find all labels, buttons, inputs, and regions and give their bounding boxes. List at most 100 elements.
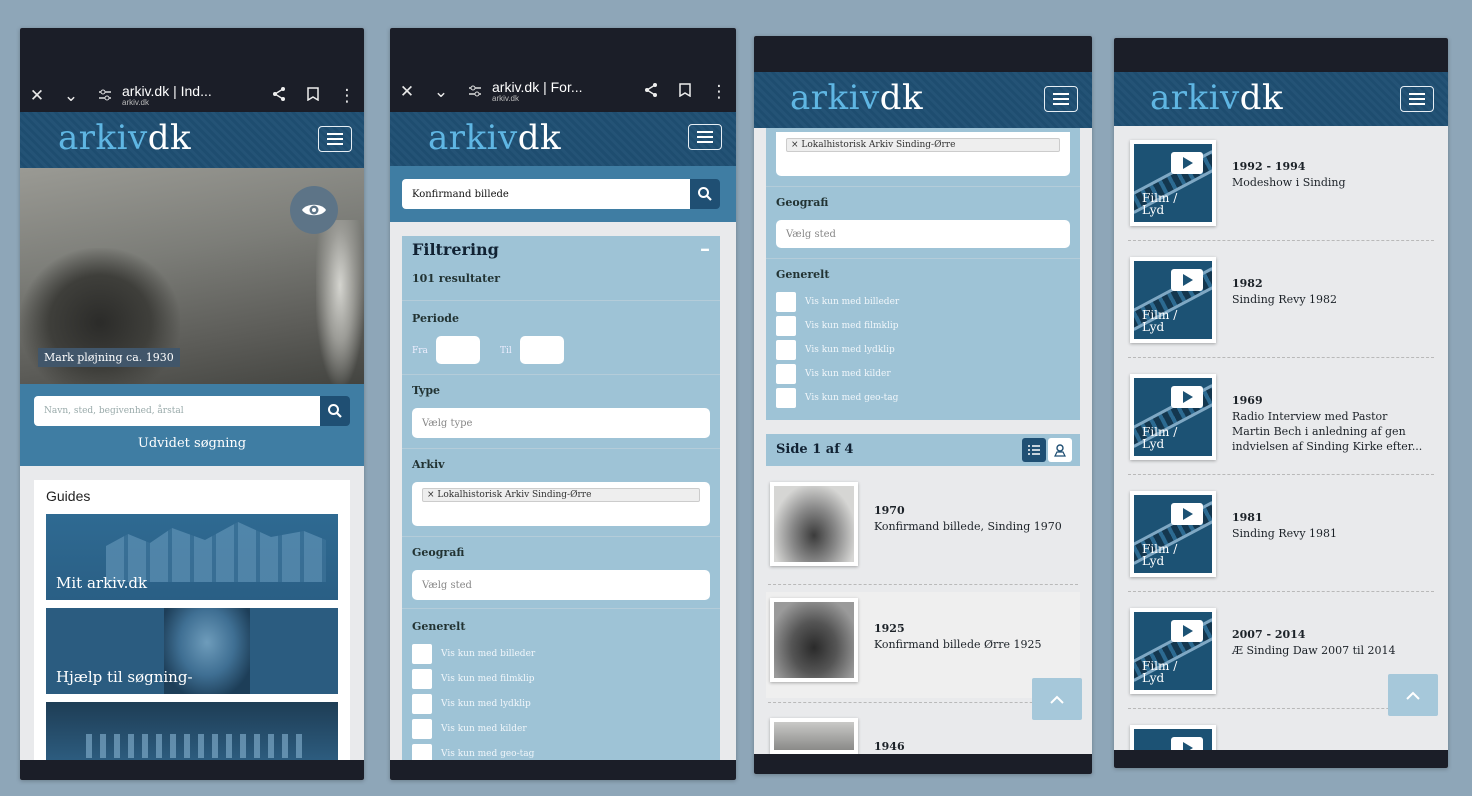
result-title: Modeshow i Sinding: [1232, 176, 1346, 189]
result-thumbnail[interactable]: Film / Lyd: [1130, 140, 1216, 226]
search-icon[interactable]: [320, 396, 350, 426]
site-header: arkivdk: [390, 112, 736, 166]
archive-select[interactable]: × Lokalhistorisk Arkiv Sinding-Ørre: [412, 482, 710, 526]
bookmark-icon[interactable]: [296, 86, 330, 106]
filter-panel: Filtrering – 101 resultater Periode Fra …: [402, 236, 720, 780]
checkbox-sources[interactable]: Vis kun med kilder: [412, 719, 527, 739]
film-audio-thumbnail: Film / Lyd: [1134, 144, 1212, 222]
checkbox-film[interactable]: Vis kun med filmklip: [412, 669, 534, 689]
checkbox-images[interactable]: Vis kun med billeder: [776, 292, 899, 312]
more-vert-icon[interactable]: ⋮: [702, 82, 736, 102]
checkbox-audio[interactable]: Vis kun med lydklip: [412, 694, 531, 714]
guide-card-help[interactable]: Hjælp til søgning-: [46, 608, 338, 694]
chevron-down-icon[interactable]: ⌄: [54, 86, 88, 106]
checkbox-box[interactable]: [412, 644, 432, 664]
hero-image[interactable]: Mark pløjning ca. 1930: [20, 168, 364, 384]
site-logo[interactable]: arkivdk: [428, 118, 561, 158]
from-input[interactable]: [436, 336, 480, 364]
more-vert-icon[interactable]: ⋮: [330, 86, 364, 106]
logo-part-1: arkiv: [790, 78, 880, 118]
eye-icon[interactable]: [290, 186, 338, 234]
menu-icon[interactable]: [1400, 86, 1434, 112]
tune-icon[interactable]: [88, 86, 122, 106]
search-icon[interactable]: [690, 179, 720, 209]
search-input[interactable]: Navn, sted, begivenhed, årstal: [34, 396, 322, 426]
result-thumbnail[interactable]: [770, 482, 858, 566]
screen-results-media: arkivdk Film / Lyd 1992 - 1994 Modeshow i S…: [1114, 38, 1448, 768]
photo-1946: [774, 722, 854, 750]
checkbox-box[interactable]: [776, 340, 796, 360]
scroll-top-button[interactable]: [1388, 674, 1438, 716]
map-view-icon[interactable]: [1048, 438, 1072, 462]
advanced-search-link[interactable]: Udvidet søgning: [20, 436, 364, 451]
checkbox-audio[interactable]: Vis kun med lydklip: [776, 340, 895, 360]
checkbox-sources[interactable]: Vis kun med kilder: [776, 364, 891, 384]
result-item[interactable]: Film / Lyd 1992 - 1994 Modeshow i Sinding: [1114, 140, 1448, 249]
collapse-button[interactable]: –: [700, 236, 710, 260]
result-item[interactable]: Film / Lyd 1981 Sinding Revy 1981: [1114, 491, 1448, 600]
result-thumbnail[interactable]: Film / Lyd: [1130, 374, 1216, 460]
archive-select[interactable]: × Lokalhistorisk Arkiv Sinding-Ørre: [776, 132, 1070, 176]
to-input[interactable]: [520, 336, 564, 364]
guide-card-mit-arkiv[interactable]: Mit arkiv.dk: [46, 514, 338, 600]
photo-confirmation-1925: [774, 602, 854, 678]
checkbox-label: Vis kun med filmklip: [805, 321, 899, 331]
close-icon[interactable]: ✕: [390, 82, 424, 102]
type-select[interactable]: Vælg type: [412, 408, 710, 438]
close-icon[interactable]: ✕: [20, 86, 54, 106]
menu-icon[interactable]: [318, 126, 352, 152]
page-title: arkiv.dk | For...: [492, 79, 583, 95]
divider: [1128, 591, 1434, 592]
bookmark-icon[interactable]: [668, 82, 702, 102]
checkbox-box[interactable]: [412, 694, 432, 714]
geo-select[interactable]: Vælg sted: [776, 220, 1070, 248]
browser-title[interactable]: arkiv.dk | Ind... arkiv.dk: [122, 84, 262, 108]
search-input[interactable]: Konfirmand billede: [402, 179, 692, 209]
checkbox-box[interactable]: [412, 719, 432, 739]
site-header: arkivdk: [754, 72, 1092, 128]
hero-caption: Mark pløjning ca. 1930: [38, 348, 180, 367]
share-icon[interactable]: [634, 82, 668, 103]
site-logo[interactable]: arkivdk: [1150, 78, 1283, 118]
guide-card-third[interactable]: [46, 702, 338, 762]
archive-tag[interactable]: × Lokalhistorisk Arkiv Sinding-Ørre: [786, 138, 1060, 152]
archive-tag[interactable]: × Lokalhistorisk Arkiv Sinding-Ørre: [422, 488, 700, 502]
pagination-bar: Side 1 af 4: [766, 434, 1080, 466]
nav-bar: [390, 760, 736, 780]
tune-icon[interactable]: [458, 82, 492, 102]
result-item[interactable]: Film / Lyd 1982 Sinding Revy 1982: [1114, 257, 1448, 366]
result-thumbnail[interactable]: Film / Lyd: [1130, 491, 1216, 577]
result-item[interactable]: Film / Lyd 1969 Radio Interview med Pastor …: [1114, 374, 1448, 483]
checkbox-box[interactable]: [776, 364, 796, 384]
result-thumbnail[interactable]: Film / Lyd: [1130, 608, 1216, 694]
result-thumbnail[interactable]: [770, 718, 858, 754]
checkbox-geotag[interactable]: Vis kun med geo-tag: [776, 388, 898, 408]
result-year: 2007 - 2014: [1232, 628, 1306, 641]
chevron-down-icon[interactable]: ⌄: [424, 82, 458, 102]
checkbox-box[interactable]: [776, 316, 796, 336]
checkbox-box[interactable]: [412, 669, 432, 689]
logo-part-1: arkiv: [58, 118, 148, 158]
site-logo[interactable]: arkivdk: [58, 118, 191, 158]
to-label: Til: [500, 346, 512, 356]
play-icon: [1171, 269, 1203, 291]
result-item[interactable]: 1970 Konfirmand billede, Sinding 1970: [766, 476, 1080, 582]
checkbox-film[interactable]: Vis kun med filmklip: [776, 316, 898, 336]
scroll-top-button[interactable]: [1032, 678, 1082, 720]
list-view-icon[interactable]: [1022, 438, 1046, 462]
result-thumbnail[interactable]: Film / Lyd: [1130, 257, 1216, 343]
menu-icon[interactable]: [1044, 86, 1078, 112]
checkbox-box[interactable]: [776, 388, 796, 408]
browser-title[interactable]: arkiv.dk | For... arkiv.dk: [492, 80, 634, 104]
menu-icon[interactable]: [688, 124, 722, 150]
result-thumbnail[interactable]: [770, 598, 858, 682]
status-bar: [1114, 38, 1448, 72]
checkbox-box[interactable]: [776, 292, 796, 312]
result-title: Konfirmand billede Ørre 1925: [874, 638, 1042, 651]
share-icon[interactable]: [262, 86, 296, 107]
geo-select[interactable]: Vælg sted: [412, 570, 710, 600]
result-year: 1992 - 1994: [1232, 160, 1306, 173]
logo-part-1: arkiv: [428, 118, 518, 158]
site-logo[interactable]: arkivdk: [790, 78, 923, 118]
checkbox-images[interactable]: Vis kun med billeder: [412, 644, 535, 664]
